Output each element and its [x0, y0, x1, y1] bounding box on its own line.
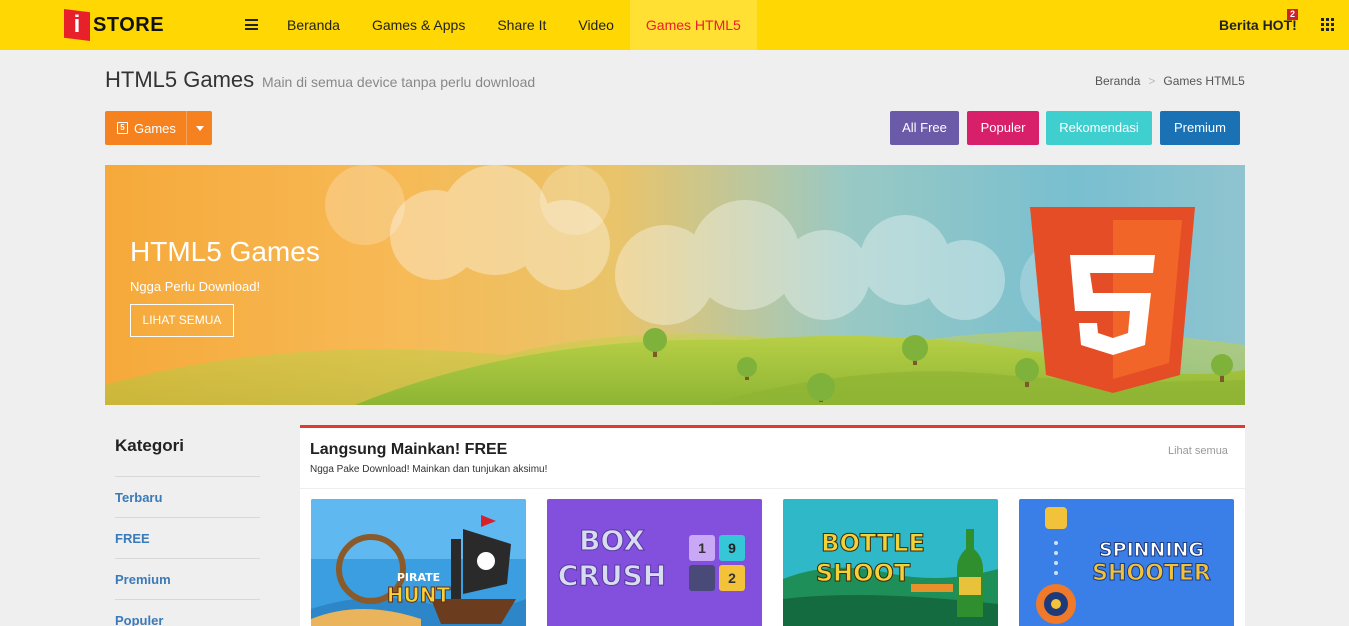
tile-number: 2 — [728, 570, 736, 586]
games-dropdown-label: Games — [134, 120, 176, 136]
sidebar-item-terbaru[interactable]: Terbaru — [115, 490, 162, 505]
nav-item-share-it[interactable]: Share It — [481, 0, 562, 50]
html5-shield-logo — [1030, 207, 1195, 393]
breadcrumb: Beranda > Games HTML5 — [1095, 74, 1245, 88]
sidebar-item-free[interactable]: FREE — [115, 531, 150, 546]
page-subtitle: Main di semua device tanpa perlu downloa… — [262, 74, 536, 90]
filter-premium-button[interactable]: Premium — [1160, 111, 1240, 145]
game-title-bottom: HUNT — [386, 583, 451, 608]
free-games-section: Langsung Mainkan! FREE Ngga Pake Downloa… — [300, 425, 1245, 626]
nav-item-games-apps[interactable]: Games & Apps — [356, 0, 481, 50]
dropdown-caret-icon[interactable] — [186, 111, 212, 145]
hamburger-menu-icon[interactable] — [245, 19, 258, 30]
filter-populer-button[interactable]: Populer — [967, 111, 1039, 145]
sidebar-item-premium[interactable]: Premium — [115, 572, 171, 587]
main-nav: Beranda Games & Apps Share It Video Game… — [271, 0, 757, 50]
logo-badge: i — [64, 9, 90, 41]
section-subtitle: Ngga Pake Download! Mainkan dan tunjukan… — [310, 464, 548, 475]
sidebar-divider — [115, 476, 260, 477]
game-card-box-crush[interactable]: BOX CRUSH 1 9 2 — [547, 499, 762, 626]
kategori-heading: Kategori — [115, 436, 184, 455]
breadcrumb-games-html5: Games HTML5 — [1163, 74, 1245, 88]
banner-landscape-illustration — [105, 165, 1245, 405]
hero-banner: HTML5 Games Ngga Perlu Download! LIHAT S… — [105, 165, 1245, 405]
game-card-pirate-hunt[interactable]: PIRATE HUNT — [311, 499, 526, 626]
section-divider — [300, 488, 1245, 489]
nav-item-video[interactable]: Video — [562, 0, 630, 50]
lihat-semua-banner-button[interactable]: LIHAT SEMUA — [130, 304, 234, 337]
istore-logo[interactable]: i STORE — [64, 9, 164, 41]
games-dropdown-button[interactable]: 5 Games — [105, 111, 212, 145]
game-card-bottle-shoot[interactable]: BOTTLE SHOOT — [783, 499, 998, 626]
sidebar-divider — [115, 558, 260, 559]
tile-number: 9 — [728, 540, 736, 556]
section-title: Langsung Mainkan! FREE — [310, 441, 508, 458]
top-navbar: i STORE Beranda Games & Apps Share It Vi… — [0, 0, 1349, 50]
html5-icon: 5 — [117, 122, 128, 134]
berita-hot-link[interactable]: Berita HOT! — [1219, 17, 1297, 33]
filter-all-free-button[interactable]: All Free — [890, 111, 959, 145]
game-card-spinning-shooter[interactable]: SPINNING SHOOTER — [1019, 499, 1234, 626]
breadcrumb-separator: > — [1148, 74, 1156, 88]
filter-rekomendasi-button[interactable]: Rekomendasi — [1046, 111, 1152, 145]
nav-item-beranda[interactable]: Beranda — [271, 0, 356, 50]
apps-grid-icon[interactable] — [1321, 18, 1334, 31]
game-title-top: SPINNING — [1098, 539, 1205, 562]
page-title: HTML5 Games — [105, 67, 255, 92]
lihat-semua-link[interactable]: Lihat semua — [1168, 445, 1228, 457]
game-title-top: BOX — [579, 524, 646, 558]
game-title-top: BOTTLE — [821, 529, 926, 558]
sidebar-item-populer[interactable]: Populer — [115, 613, 163, 626]
berita-count-badge: 2 — [1287, 9, 1298, 20]
breadcrumb-beranda[interactable]: Beranda — [1095, 74, 1140, 88]
banner-subtitle: Ngga Perlu Download! — [130, 279, 261, 294]
tile-number: 1 — [698, 540, 706, 556]
nav-item-games-html5[interactable]: Games HTML5 — [629, 0, 757, 50]
sidebar-divider — [115, 517, 260, 518]
game-title-bottom: SHOOT — [815, 559, 911, 588]
logo-text: STORE — [93, 13, 165, 36]
banner-title: HTML5 Games — [130, 236, 320, 267]
sidebar-divider — [115, 599, 260, 600]
game-title-bottom: SHOOTER — [1092, 561, 1212, 587]
game-title-bottom: CRUSH — [557, 559, 667, 593]
